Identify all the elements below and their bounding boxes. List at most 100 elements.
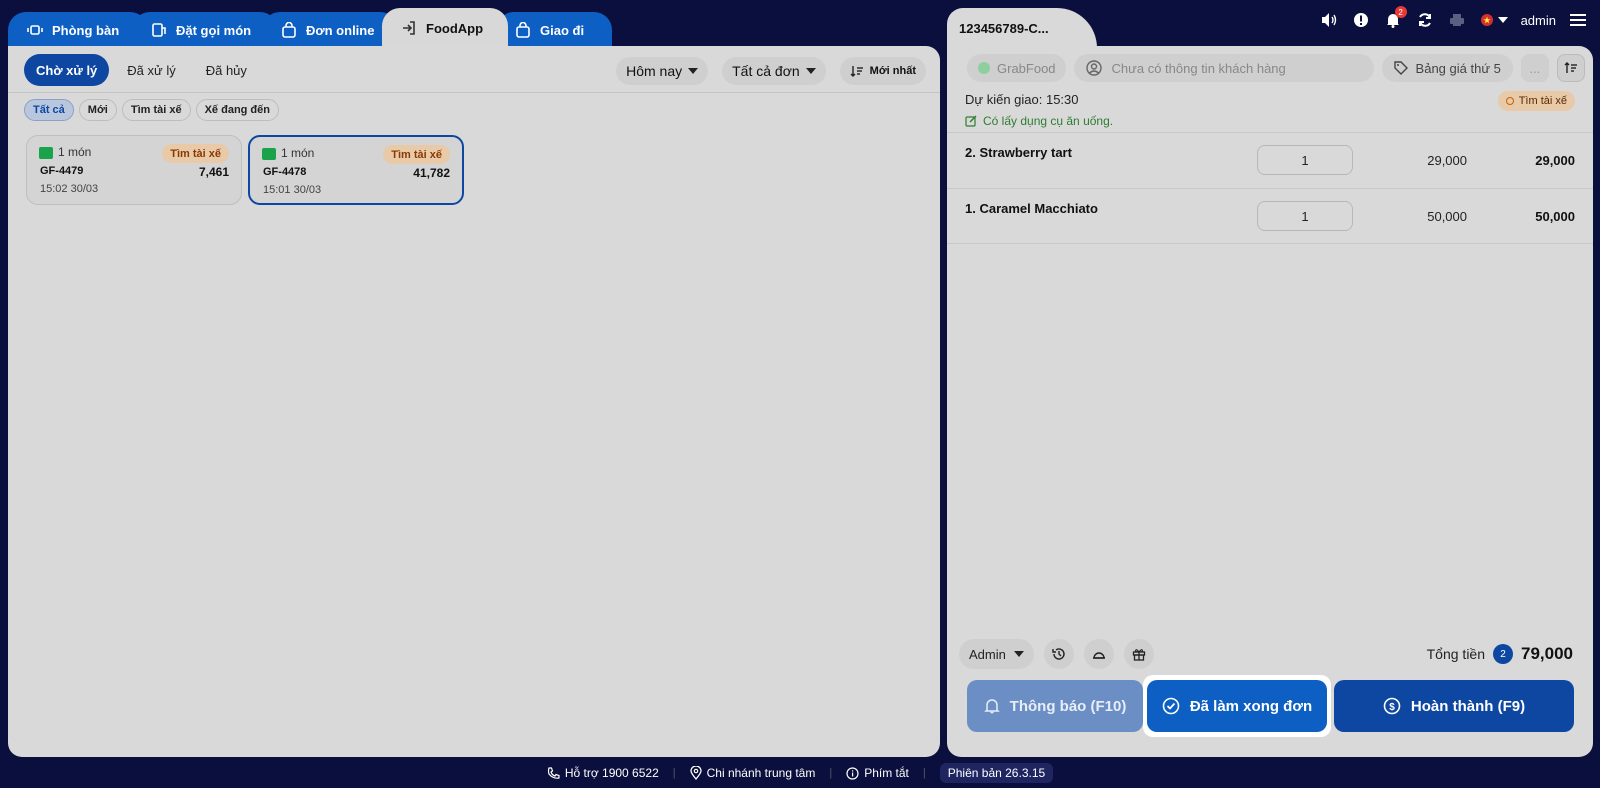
customer-placeholder: Chưa có thông tin khách hàng [1111, 60, 1286, 76]
subtab-processed[interactable]: Đã xử lý [115, 54, 187, 86]
staff-dropdown[interactable]: Admin [959, 639, 1034, 669]
language-flag-icon[interactable] [1479, 10, 1509, 30]
tab-label: Đặt gọi món [176, 22, 252, 38]
tab-foodapp[interactable]: FoodApp [382, 8, 508, 48]
refresh-icon[interactable] [1415, 10, 1435, 30]
footer: Hỗ trợ 1900 6522 | Chi nhánh trung tâm |… [0, 762, 1600, 784]
notify-label: Thông báo (F10) [1009, 697, 1127, 715]
separator: | [829, 767, 833, 779]
total-count-badge: 2 [1493, 644, 1513, 664]
order-card-selected[interactable]: 1 món Tìm tài xế GF-4478 41,782 15:01 30… [248, 135, 464, 205]
order-time: 15:01 30/03 [263, 184, 322, 196]
sort-button[interactable]: Mới nhất [839, 57, 926, 85]
total-label: Tổng tiền [1426, 646, 1485, 662]
bell-icon[interactable]: 2 [1383, 6, 1407, 30]
status-badge-label: Tìm tài xế [1518, 95, 1567, 107]
source-label: GrabFood [997, 60, 1056, 76]
order-icon [150, 21, 168, 39]
tab-giao-di[interactable]: Giao đi [496, 12, 612, 48]
branch-link[interactable]: Chi nhánh trung tâm [689, 766, 816, 780]
chip-driver-coming[interactable]: Xế đang đến [195, 99, 279, 121]
date-filter-dropdown[interactable]: Hôm nay [616, 57, 709, 85]
more-button[interactable]: ... [1520, 54, 1549, 82]
grabfood-logo-icon [39, 147, 53, 159]
order-item-count: 1 món [281, 146, 315, 160]
caret-down-icon [688, 68, 699, 74]
price-list-selector[interactable]: Bảng giá thứ 5 [1381, 54, 1513, 82]
quantity-input[interactable]: 1 [1257, 201, 1353, 231]
sort-icon [850, 64, 864, 78]
top-toolbar: 2 admin [1319, 6, 1588, 30]
utensils-note: Có lấy dụng cụ ăn uống. [965, 114, 1113, 128]
order-list-panel: Chờ xử lý Đã xử lý Đã hủy Hôm nay Tất cả… [8, 46, 940, 757]
order-line[interactable]: 1. Caramel Macchiato 1 50,000 50,000 [947, 188, 1593, 244]
complete-button[interactable]: $ Hoàn thành (F9) [1334, 680, 1574, 732]
order-tools: Admin [959, 639, 1154, 669]
chip-new[interactable]: Mới [78, 99, 117, 121]
tab-don-online[interactable]: Đơn online [262, 12, 398, 48]
gift-icon[interactable] [1123, 639, 1154, 669]
price-list-label: Bảng giá thứ 5 [1415, 60, 1501, 76]
table-icon [26, 21, 44, 39]
chip-all[interactable]: Tất cả [24, 99, 74, 121]
speaker-icon[interactable] [1319, 10, 1339, 30]
order-total: Tổng tiền 2 79,000 [1427, 644, 1573, 664]
divider [8, 92, 940, 93]
bag-icon [514, 21, 532, 39]
order-card[interactable]: 1 món Tìm tài xế GF-4479 7,461 15:02 30/… [26, 135, 242, 205]
mark-done-button[interactable]: Đã làm xong đơn [1147, 680, 1327, 732]
status-subtabs: Chờ xử lý Đã xử lý Đã hủy [24, 54, 259, 86]
status-chips: Tất cả Mới Tìm tài xế Xế đang đến [24, 99, 279, 121]
history-icon[interactable] [1043, 639, 1074, 669]
check-circle-icon [1162, 697, 1180, 715]
caret-down-icon [1013, 651, 1024, 657]
printer-icon[interactable] [1447, 10, 1467, 30]
status-dot-icon [1505, 97, 1514, 105]
tab-dat-goi-mon[interactable]: Đặt gọi món [132, 12, 278, 48]
subtab-pending[interactable]: Chờ xử lý [24, 54, 110, 86]
order-item-count: 1 món [58, 145, 92, 159]
quantity-input[interactable]: 1 [1257, 145, 1353, 175]
bag-icon [280, 21, 298, 39]
alert-icon[interactable] [1351, 10, 1371, 30]
order-header-row: GrabFood Chưa có thông tin khách hàng Bả… [967, 54, 1585, 82]
order-time: 15:02 30/03 [40, 183, 99, 195]
support-link[interactable]: Hỗ trợ 1900 6522 [547, 766, 659, 780]
login-icon [400, 19, 418, 37]
grabfood-logo-icon [977, 61, 991, 75]
order-amount: 7,461 [198, 165, 229, 179]
order-code: GF-4478 [263, 166, 307, 178]
menu-icon[interactable] [1568, 10, 1588, 30]
order-filter-dropdown[interactable]: Tất cả đơn [722, 57, 826, 85]
user-name[interactable]: admin [1521, 13, 1556, 28]
order-detail-panel: GrabFood Chưa có thông tin khách hàng Bả… [947, 46, 1593, 757]
filter-bar: Hôm nay Tất cả đơn Mới nhất [616, 57, 926, 85]
line-total: 29,000 [1535, 153, 1575, 168]
tab-label: Giao đi [540, 22, 585, 38]
order-code: GF-4479 [40, 165, 84, 177]
main-tabs: Phòng bàn Đặt gọi món Đơn online Giao đi… [8, 8, 628, 48]
sort-button[interactable] [1556, 54, 1585, 82]
shortcuts-text: Phím tắt [864, 766, 909, 780]
shortcuts-link[interactable]: Phím tắt [846, 766, 909, 780]
subtab-cancelled[interactable]: Đã hủy [194, 54, 259, 86]
complete-label: Hoàn thành (F9) [1410, 697, 1526, 715]
notify-button[interactable]: Thông báo (F10) [967, 680, 1143, 732]
tab-label: FoodApp [426, 20, 484, 36]
notification-count: 2 [1394, 6, 1407, 18]
branch-text: Chi nhánh trung tâm [706, 766, 816, 780]
order-line[interactable]: 2. Strawberry tart 1 29,000 29,000 [947, 132, 1593, 188]
cloche-icon[interactable] [1083, 639, 1114, 669]
unit-price: 29,000 [1427, 153, 1467, 168]
edit-icon [965, 115, 977, 127]
line-total: 50,000 [1535, 209, 1575, 224]
total-value: 79,000 [1521, 644, 1573, 663]
mark-done-label: Đã làm xong đơn [1189, 697, 1313, 715]
tab-phong-ban[interactable]: Phòng bàn [8, 12, 148, 48]
unit-price: 50,000 [1427, 209, 1467, 224]
chip-finding-driver[interactable]: Tìm tài xế [121, 99, 191, 121]
customer-field[interactable]: Chưa có thông tin khách hàng [1073, 54, 1374, 82]
caret-down-icon [805, 68, 816, 74]
tab-current-order[interactable]: 123456789-C... [947, 8, 1097, 48]
delivery-time: Dự kiến giao: 15:30 [965, 92, 1079, 107]
